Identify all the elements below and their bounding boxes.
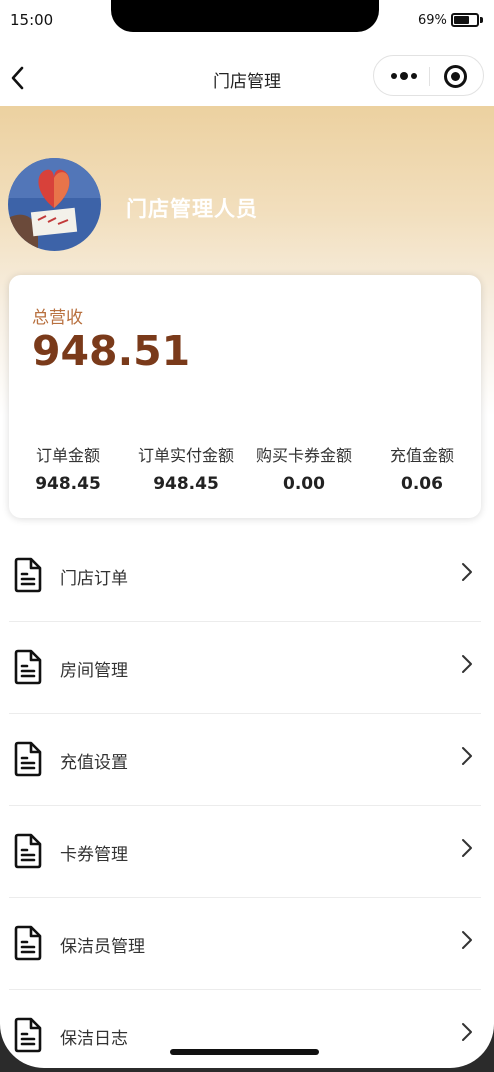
chevron-right-icon	[462, 655, 472, 673]
stat-label: 订单金额	[35, 446, 100, 465]
stat-label: 充值金额	[389, 446, 454, 465]
document-icon	[14, 741, 42, 777]
more-dots-icon	[391, 73, 397, 79]
stat-card-purchase-amount: 购买卡券金额 0.00	[245, 442, 363, 494]
menu-item-label: 充值设置	[60, 753, 128, 773]
menu-item-label: 卡券管理	[60, 845, 128, 865]
stat-order-paid-amount: 订单实付金额 948.45	[127, 442, 245, 494]
nav-bar: 门店管理	[0, 50, 494, 106]
menu-item-recharge-settings[interactable]: 充值设置	[0, 714, 494, 806]
menu-item-card-management[interactable]: 卡券管理	[0, 806, 494, 898]
status-bar: 15:00 69%	[0, 0, 494, 44]
total-revenue-label: 总营收	[32, 308, 83, 328]
menu-item-room-management[interactable]: 房间管理	[0, 622, 494, 714]
menu-item-label: 门店订单	[60, 569, 128, 589]
capsule-divider	[429, 67, 430, 86]
more-button[interactable]	[384, 64, 424, 88]
document-icon	[14, 925, 42, 961]
home-indicator[interactable]	[170, 1049, 319, 1055]
battery-cap	[480, 17, 483, 23]
menu-item-label: 保洁员管理	[60, 937, 145, 957]
stat-order-amount: 订单金额 948.45	[9, 442, 127, 494]
chevron-right-icon	[462, 563, 472, 581]
stat-recharge-amount: 充值金额 0.06	[363, 442, 481, 494]
document-icon	[14, 833, 42, 869]
more-dot-center	[400, 72, 408, 80]
menu-item-cleaning-log[interactable]: 保洁日志	[0, 990, 494, 1068]
phone-screen: 15:00 69% 门店管理 门店管理人员 总营收 948.51 订单金额 94…	[0, 0, 494, 1068]
notch	[111, 0, 379, 32]
menu-item-label: 保洁日志	[60, 1029, 128, 1049]
mini-program-capsule	[373, 55, 484, 96]
profile-name: 门店管理人员	[126, 197, 258, 221]
menu-item-cleaner-management[interactable]: 保洁员管理	[0, 898, 494, 990]
chevron-right-icon	[462, 839, 472, 857]
battery-percent: 69%	[418, 13, 447, 28]
stat-label: 订单实付金额	[137, 446, 234, 465]
stat-label: 购买卡券金额	[255, 446, 352, 465]
document-icon	[14, 1017, 42, 1053]
chevron-right-icon	[462, 931, 472, 949]
menu-item-label: 房间管理	[60, 661, 128, 681]
avatar-image	[8, 158, 101, 251]
stat-value: 0.06	[401, 474, 443, 494]
target-circle-icon[interactable]	[444, 65, 467, 88]
stat-value: 948.45	[35, 474, 101, 494]
menu-item-store-orders[interactable]: 门店订单	[0, 530, 494, 622]
battery-icon	[451, 13, 479, 27]
chevron-right-icon	[462, 747, 472, 765]
document-icon	[14, 557, 42, 593]
revenue-card: 总营收 948.51 订单金额 948.45 订单实付金额 948.45 购买卡…	[9, 275, 481, 518]
avatar[interactable]	[8, 158, 101, 251]
document-icon	[14, 649, 42, 685]
total-revenue-value: 948.51	[32, 327, 191, 375]
chevron-right-icon	[462, 1023, 472, 1041]
status-time: 15:00	[10, 11, 54, 29]
more-dot-right	[411, 73, 417, 79]
stat-value: 948.45	[153, 474, 219, 494]
stat-value: 0.00	[283, 474, 325, 494]
battery-fill	[454, 16, 469, 24]
